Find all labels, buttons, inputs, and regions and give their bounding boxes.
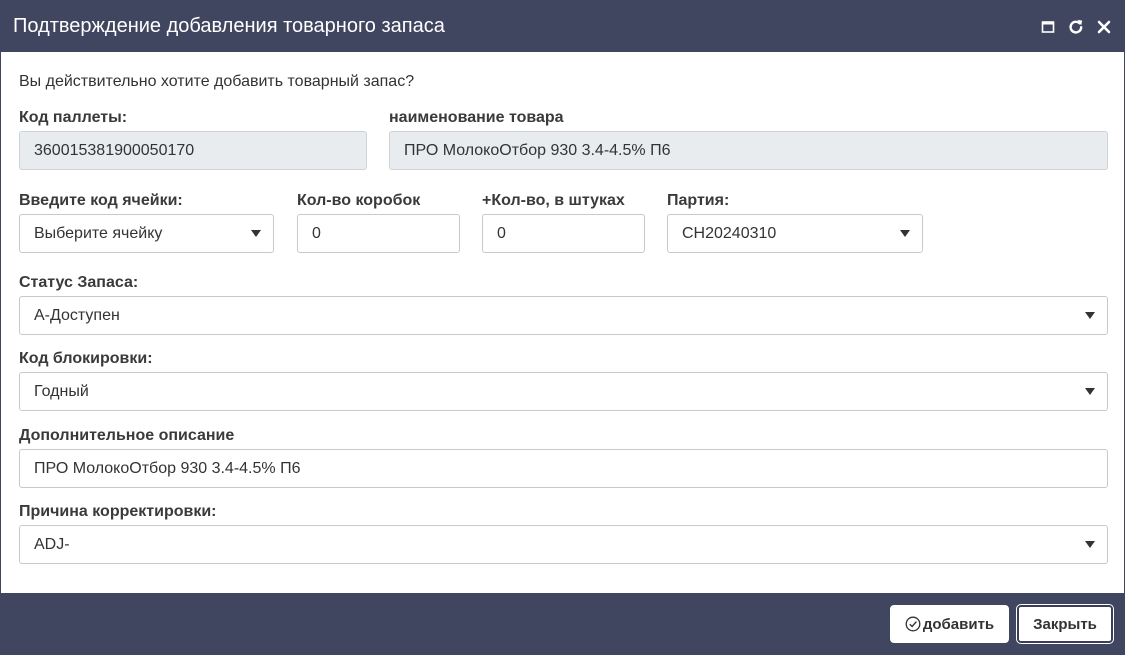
close-button-label: Закрыть: [1033, 615, 1097, 633]
extra-description-label: Дополнительное описание: [19, 427, 235, 444]
maximize-icon[interactable]: [1038, 17, 1058, 37]
batch-select[interactable]: CH20240310: [667, 214, 923, 253]
block-code-label: Код блокировки:: [19, 350, 153, 367]
add-button-label: добавить: [922, 615, 995, 633]
dialog-titlebar: Подтверждение добавления товарного запас…: [1, 1, 1124, 52]
block-code-select[interactable]: Годный: [19, 372, 1108, 411]
stock-status-value: А-Доступен: [34, 306, 120, 324]
box-qty-input[interactable]: 0: [297, 214, 460, 253]
batch-value: CH20240310: [682, 224, 777, 242]
window-controls: [1038, 15, 1114, 39]
extra-description-value: ПРО МолокоОтбор 930 3.4-4.5% П6: [34, 459, 301, 477]
check-circle-icon: [905, 616, 921, 632]
add-button[interactable]: добавить: [890, 605, 1009, 643]
pallet-code-label: Код паллеты:: [19, 109, 128, 126]
box-qty-label: Кол-во коробок: [297, 192, 421, 209]
block-code-value: Годный: [34, 382, 89, 400]
refresh-icon[interactable]: [1066, 17, 1086, 37]
add-stock-dialog: Подтверждение добавления товарного запас…: [0, 0, 1125, 655]
pallet-code-value: 360015381900050170: [34, 141, 195, 159]
piece-qty-value: 0: [497, 224, 506, 242]
dialog-footer: добавить Закрыть: [1, 593, 1124, 654]
product-name-label: наименование товара: [389, 109, 564, 126]
adjust-reason-label: Причина корректировки:: [19, 503, 217, 520]
chevron-down-icon: [900, 230, 910, 237]
product-name-value: ПРО МолокоОтбор 930 3.4-4.5% П6: [404, 141, 671, 159]
box-qty-value: 0: [312, 224, 321, 242]
confirm-question: Вы действительно хотите добавить товарны…: [19, 73, 415, 90]
chevron-down-icon: [1085, 388, 1095, 395]
piece-qty-input[interactable]: 0: [482, 214, 645, 253]
chevron-down-icon: [1085, 541, 1095, 548]
chevron-down-icon: [251, 230, 261, 237]
chevron-down-icon: [1085, 312, 1095, 319]
product-name-field: ПРО МолокоОтбор 930 3.4-4.5% П6: [389, 131, 1108, 170]
adjust-reason-select[interactable]: ADJ-: [19, 525, 1108, 564]
piece-qty-label: +Кол-во, в штуках: [482, 192, 625, 209]
batch-label: Партия:: [667, 192, 730, 209]
pallet-code-field: 360015381900050170: [19, 131, 367, 170]
extra-description-input[interactable]: ПРО МолокоОтбор 930 3.4-4.5% П6: [19, 449, 1108, 488]
adjust-reason-value: ADJ-: [34, 535, 70, 553]
cell-code-label: Введите код ячейки:: [19, 192, 183, 209]
close-button[interactable]: Закрыть: [1016, 604, 1114, 644]
stock-status-select[interactable]: А-Доступен: [19, 296, 1108, 335]
stock-status-label: Статус Запаса:: [19, 274, 139, 291]
close-icon[interactable]: [1094, 17, 1114, 37]
cell-code-select[interactable]: Выберите ячейку: [19, 214, 274, 253]
dialog-title: Подтверждение добавления товарного запас…: [13, 15, 445, 37]
cell-code-value: Выберите ячейку: [34, 224, 163, 242]
